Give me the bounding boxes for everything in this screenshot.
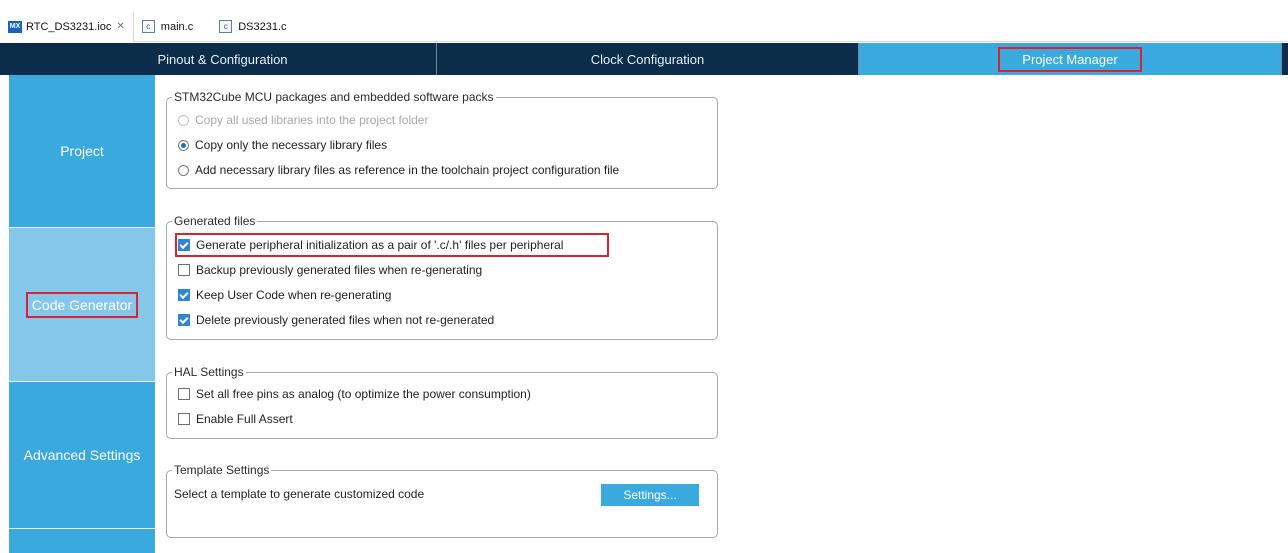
sidebar-item-label: Advanced Settings: [23, 447, 141, 463]
option-label: Copy all used libraries into the project…: [195, 113, 429, 127]
radio-copy-necessary-libraries[interactable]: Copy only the necessary library files: [178, 138, 387, 152]
file-tab-main-c[interactable]: c main.c: [134, 12, 201, 42]
checkbox-backup-generated-files[interactable]: Backup previously generated files when r…: [178, 263, 482, 277]
group-title: HAL Settings: [172, 365, 246, 379]
radio-button[interactable]: [178, 164, 189, 176]
sidebar-item-advanced-settings[interactable]: Advanced Settings: [9, 382, 155, 528]
checkbox[interactable]: [178, 264, 190, 276]
sidebar-item-project[interactable]: Project: [9, 75, 155, 227]
editor-tab-bar: MX RTC_DS3231.ioc ✕ c main.c c DS3231.c: [0, 11, 1288, 42]
option-label: Copy only the necessary library files: [195, 138, 388, 152]
option-label: Delete previously generated files when n…: [196, 313, 495, 327]
template-settings-button[interactable]: Settings...: [601, 484, 699, 506]
c-file-icon: c: [219, 20, 233, 33]
radio-button[interactable]: [178, 139, 189, 151]
template-settings-group: Template Settings Select a template to g…: [166, 463, 718, 538]
file-tab-label: main.c: [160, 20, 194, 33]
checkbox-delete-generated-files[interactable]: Delete previously generated files when n…: [178, 313, 494, 327]
group-title: Template Settings: [172, 463, 272, 477]
checkbox[interactable]: [178, 314, 190, 326]
tab-project-manager[interactable]: Project Manager: [859, 43, 1282, 75]
option-label: Keep User Code when re-generating: [196, 288, 392, 302]
checkbox-enable-full-assert[interactable]: Enable Full Assert: [178, 412, 293, 426]
group-title: STM32Cube MCU packages and embedded soft…: [172, 90, 496, 104]
tab-clock-configuration[interactable]: Clock Configuration: [437, 43, 859, 75]
file-tab-label: RTC_DS3231.ioc: [26, 20, 112, 33]
sidebar: Project Code Generator Advanced Settings: [9, 75, 155, 553]
option-label: Add necessary library files as reference…: [195, 163, 620, 177]
tab-label: Pinout & Configuration: [157, 51, 288, 67]
nav-end: [1282, 43, 1288, 75]
checkbox[interactable]: [178, 388, 190, 400]
checkbox-free-pins-analog[interactable]: Set all free pins as analog (to optimize…: [178, 387, 531, 401]
generated-files-group: Generated files Generate peripheral init…: [166, 214, 718, 340]
top-strip: [0, 0, 1288, 12]
tab-label: Clock Configuration: [590, 51, 705, 67]
radio-button[interactable]: [178, 114, 189, 126]
template-description: Select a template to generate customized…: [174, 487, 425, 501]
file-tab-ds3231-c[interactable]: c DS3231.c: [201, 12, 294, 42]
sidebar-item-label: Project: [60, 143, 104, 159]
file-tab-label: DS3231.c: [238, 20, 287, 33]
file-tab-ioc[interactable]: MX RTC_DS3231.ioc ✕: [0, 11, 134, 42]
mx-file-icon: MX: [8, 20, 22, 33]
checkbox-generate-peripheral-pairs[interactable]: Generate peripheral initialization as a …: [178, 238, 563, 252]
option-label: Set all free pins as analog (to optimize…: [196, 387, 531, 401]
sidebar-divider: [9, 528, 155, 529]
option-label: Enable Full Assert: [196, 412, 293, 426]
checkbox[interactable]: [178, 413, 190, 425]
tab-label: Project Manager: [998, 46, 1142, 72]
option-label: Backup previously generated files when r…: [196, 263, 483, 277]
sidebar-item-code-generator[interactable]: Code Generator: [9, 228, 155, 381]
packages-group: STM32Cube MCU packages and embedded soft…: [166, 90, 718, 189]
group-title: Generated files: [172, 214, 258, 228]
close-icon[interactable]: ✕: [116, 21, 124, 32]
main-nav: Pinout & Configuration Clock Configurati…: [0, 43, 1288, 75]
radio-add-library-reference[interactable]: Add necessary library files as reference…: [178, 163, 619, 177]
radio-copy-all-libraries[interactable]: Copy all used libraries into the project…: [178, 113, 428, 127]
option-label: Generate peripheral initialization as a …: [196, 238, 564, 252]
sidebar-item-label: Code Generator: [25, 291, 139, 318]
checkbox-keep-user-code[interactable]: Keep User Code when re-generating: [178, 288, 391, 302]
tab-pinout-configuration[interactable]: Pinout & Configuration: [9, 43, 437, 75]
checkbox[interactable]: [178, 239, 190, 251]
checkbox[interactable]: [178, 289, 190, 301]
c-file-icon: c: [141, 20, 155, 33]
hal-settings-group: HAL Settings Set all free pins as analog…: [166, 365, 718, 439]
